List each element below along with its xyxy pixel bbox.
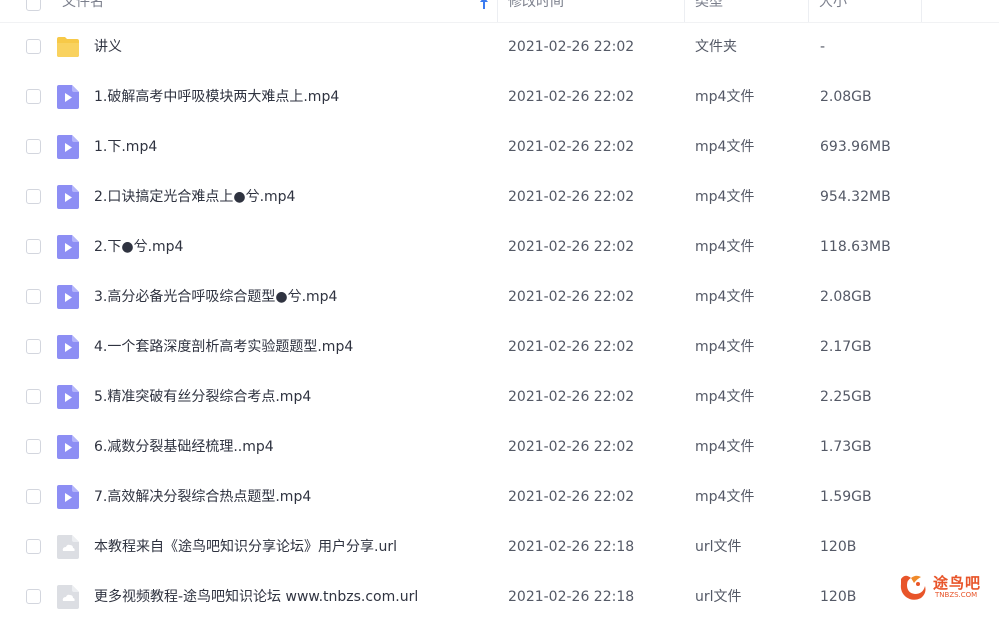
file-size: 1.73GB [820,439,872,455]
video-file-icon [57,485,79,509]
column-divider[interactable] [921,0,922,22]
file-modified-time: 2021-02-26 22:02 [508,289,635,305]
file-row[interactable]: 更多视频教程-途鸟吧知识论坛 www.tnbzs.com.url 2021-02-… [0,572,999,622]
file-type: url文件 [695,589,742,605]
row-checkbox[interactable] [26,489,41,504]
file-modified-time: 2021-02-26 22:02 [508,189,635,205]
file-size: 118.63MB [820,239,891,255]
row-checkbox[interactable] [26,439,41,454]
file-name[interactable]: 4.一个套路深度剖析高考实验题题型.mp4 [94,322,353,372]
file-row[interactable]: 3.高分必备光合呼吸综合题型●兮.mp4 2021-02-26 22:02 mp4文… [0,272,999,322]
file-type: mp4文件 [695,289,755,305]
file-modified-time: 2021-02-26 22:02 [508,339,635,355]
file-name[interactable]: 本教程来自《途鸟吧知识分享论坛》用户分享.url [94,522,397,572]
file-list-header: 文件名 修改时间 类型 大小 [0,0,999,23]
file-row[interactable]: 5.精准突破有丝分裂综合考点.mp4 2021-02-26 22:02 mp4文件 2… [0,372,999,422]
file-size: 120B [820,589,857,605]
row-checkbox[interactable] [26,239,41,254]
folder-icon [57,37,79,57]
watermark-subtext: TNBZS.COM [935,591,978,599]
watermark-text: 途鸟吧 [933,574,982,592]
column-header-name[interactable]: 文件名 [52,0,104,22]
file-row[interactable]: 2.下●兮.mp4 2021-02-26 22:02 mp4文件 118.63MB [0,222,999,272]
file-row[interactable]: 本教程来自《途鸟吧知识分享论坛》用户分享.url 2021-02-26 22:18… [0,522,999,572]
file-size: - [820,39,826,55]
video-file-icon [57,185,79,209]
file-size: 120B [820,539,857,555]
file-modified-time: 2021-02-26 22:18 [508,539,635,555]
row-checkbox[interactable] [26,39,41,54]
file-list: 文件名 修改时间 类型 大小 讲义 2021-02-26 22:02 文件夹 - 1.破… [0,0,999,609]
row-checkbox[interactable] [26,539,41,554]
file-row[interactable]: 4.一个套路深度剖析高考实验题题型.mp4 2021-02-26 22:02 mp4… [0,322,999,372]
file-row[interactable]: 1.破解高考中呼吸模块两大难点上.mp4 2021-02-26 22:02 mp4文… [0,72,999,122]
row-checkbox[interactable] [26,389,41,404]
file-row[interactable]: 7.高效解决分裂综合热点题型.mp4 2021-02-26 22:02 mp4文件 1… [0,472,999,522]
column-header-modified[interactable]: 修改时间 [498,0,564,22]
file-size: 2.08GB [820,289,872,305]
file-type: mp4文件 [695,339,755,355]
url-file-icon [57,585,79,609]
bird-logo-icon [900,575,926,600]
file-size: 1.59GB [820,489,872,505]
file-type: mp4文件 [695,139,755,155]
file-modified-time: 2021-02-26 22:02 [508,239,635,255]
file-size: 2.08GB [820,89,872,105]
file-size: 954.32MB [820,189,891,205]
video-file-icon [57,435,79,459]
file-name[interactable]: 1.下.mp4 [94,122,157,172]
row-checkbox[interactable] [26,189,41,204]
file-name[interactable]: 3.高分必备光合呼吸综合题型●兮.mp4 [94,272,337,322]
file-modified-time: 2021-02-26 22:02 [508,39,635,55]
file-type: mp4文件 [695,439,755,455]
file-name[interactable]: 2.口诀搞定光合难点上●兮.mp4 [94,172,295,222]
file-name[interactable]: 7.高效解决分裂综合热点题型.mp4 [94,472,311,522]
video-file-icon [57,335,79,359]
file-name[interactable]: 6.减数分裂基础经梳理..mp4 [94,422,274,472]
sort-arrow-up-icon[interactable] [478,0,490,10]
row-checkbox[interactable] [26,139,41,154]
video-file-icon [57,85,79,109]
file-type: url文件 [695,539,742,555]
file-modified-time: 2021-02-26 22:02 [508,89,635,105]
file-name[interactable]: 讲义 [94,22,122,72]
row-checkbox[interactable] [26,289,41,304]
file-row[interactable]: 6.减数分裂基础经梳理..mp4 2021-02-26 22:02 mp4文件 1.7… [0,422,999,472]
file-type: 文件夹 [695,39,737,55]
file-modified-time: 2021-02-26 22:18 [508,589,635,605]
file-type: mp4文件 [695,389,755,405]
select-all-checkbox[interactable] [26,0,41,11]
file-size: 2.17GB [820,339,872,355]
column-header-size[interactable]: 大小 [809,0,847,22]
video-file-icon [57,285,79,309]
file-name[interactable]: 1.破解高考中呼吸模块两大难点上.mp4 [94,72,339,122]
video-file-icon [57,235,79,259]
row-checkbox[interactable] [26,339,41,354]
file-type: mp4文件 [695,189,755,205]
file-modified-time: 2021-02-26 22:02 [508,139,635,155]
video-file-icon [57,135,79,159]
row-checkbox[interactable] [26,89,41,104]
file-name[interactable]: 5.精准突破有丝分裂综合考点.mp4 [94,372,311,422]
row-checkbox[interactable] [26,589,41,604]
file-modified-time: 2021-02-26 22:02 [508,439,635,455]
watermark-logo: 途鸟吧 TNBZS.COM [897,568,993,604]
file-type: mp4文件 [695,89,755,105]
file-row[interactable]: 1.下.mp4 2021-02-26 22:02 mp4文件 693.96MB [0,122,999,172]
file-row[interactable]: 讲义 2021-02-26 22:02 文件夹 - [0,22,999,72]
file-type: mp4文件 [695,239,755,255]
file-row[interactable]: 2.口诀搞定光合难点上●兮.mp4 2021-02-26 22:02 mp4文件 95… [0,172,999,222]
file-name[interactable]: 更多视频教程-途鸟吧知识论坛 www.tnbzs.com.url [94,572,418,622]
video-file-icon [57,385,79,409]
file-size: 693.96MB [820,139,891,155]
url-file-icon [57,535,79,559]
column-header-type[interactable]: 类型 [685,0,723,22]
file-name[interactable]: 2.下●兮.mp4 [94,222,183,272]
file-size: 2.25GB [820,389,872,405]
file-modified-time: 2021-02-26 22:02 [508,389,635,405]
file-modified-time: 2021-02-26 22:02 [508,489,635,505]
file-type: mp4文件 [695,489,755,505]
